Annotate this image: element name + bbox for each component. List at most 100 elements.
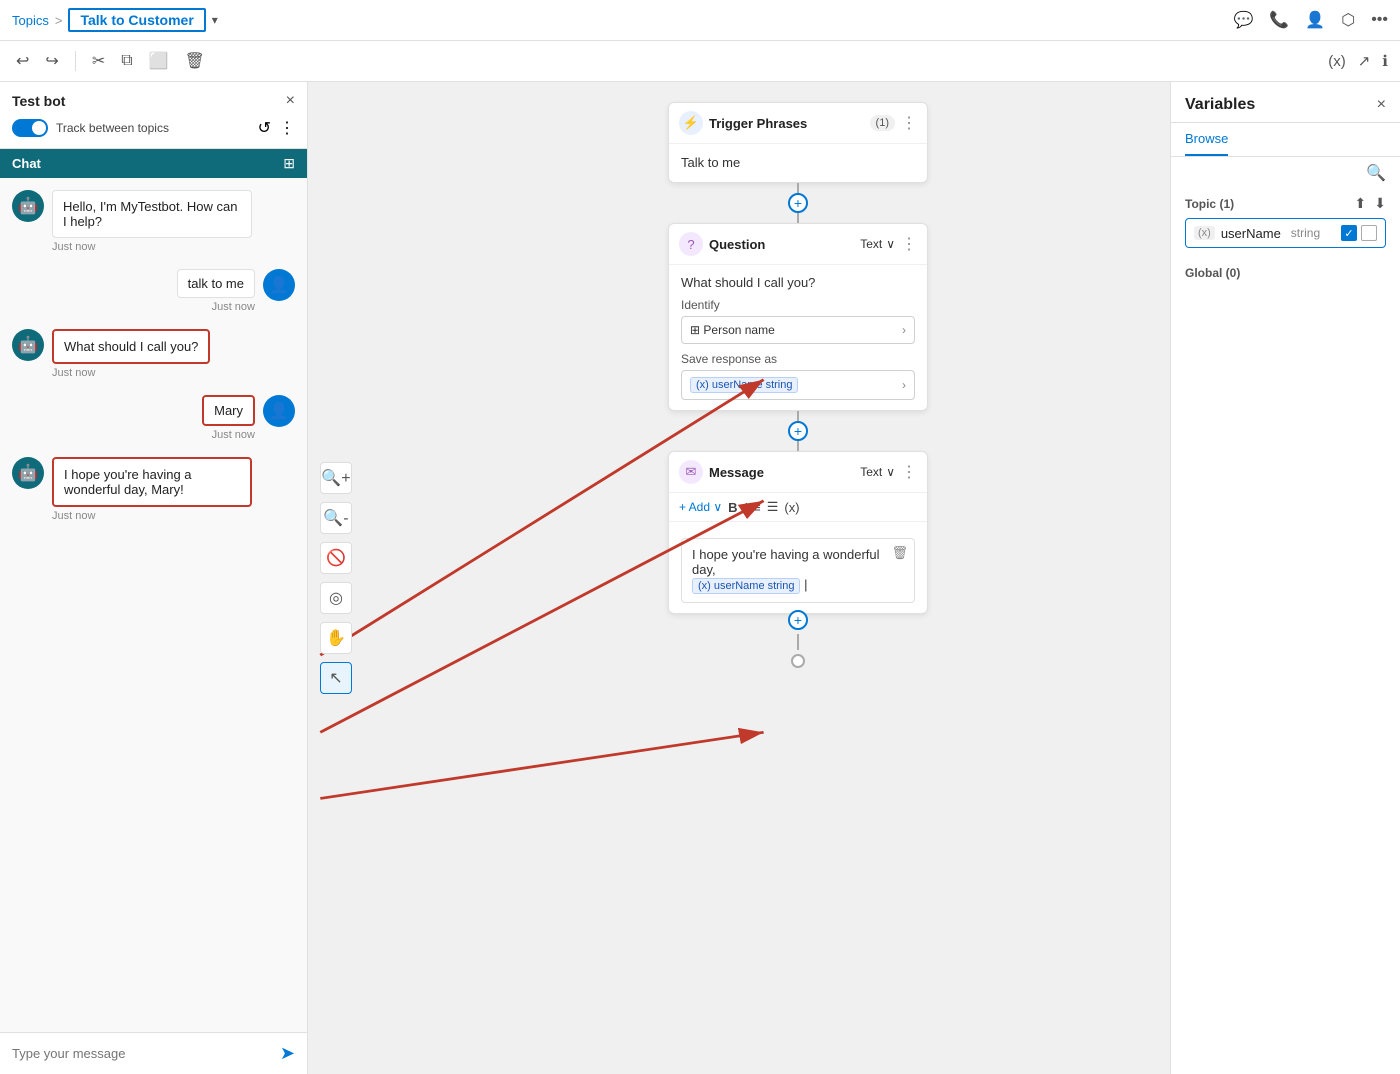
undo-button[interactable]: ↩	[12, 47, 33, 75]
message-content-box[interactable]: 🗑 I hope you're having a wonderful day, …	[681, 538, 915, 603]
list-button[interactable]: ☰	[767, 499, 779, 515]
toolbar-separator	[75, 51, 76, 71]
message-var-badge: (x) userName string	[692, 578, 800, 594]
user-bubble-1: talk to me	[177, 269, 255, 298]
save-response-field[interactable]: (x) userName string ›	[681, 370, 915, 400]
add-node-button-end[interactable]: +	[788, 610, 808, 630]
recenter-button[interactable]: ◎	[320, 582, 352, 614]
more-options-icon[interactable]: ⋮	[279, 118, 295, 138]
delete-button[interactable]: 🗑	[181, 47, 209, 75]
message-editor-toolbar: + Add ∨ B I ≡ ☰ (x)	[669, 493, 927, 522]
message-node-title: Message	[709, 465, 854, 480]
send-icon[interactable]: ➤	[280, 1043, 295, 1064]
message-timestamp: Just now	[212, 429, 255, 441]
identify-field[interactable]: ⊞ Person name ›	[681, 316, 915, 344]
list-item: Mary Just now 👤	[12, 395, 295, 441]
message-node-body: 🗑 I hope you're having a wonderful day, …	[669, 522, 927, 613]
bold-button[interactable]: B	[728, 500, 737, 515]
trigger-node-menu[interactable]: ⋮	[901, 113, 917, 133]
zoom-in-button[interactable]: 🔍+	[320, 462, 352, 494]
flow-canvas: ⚡ Trigger Phrases (1) ⋮ Talk to me + ?	[668, 102, 928, 664]
hand-tool-button[interactable]: ✋	[320, 622, 352, 654]
var-x-label: (x)	[696, 379, 709, 391]
track-topics-toggle[interactable]	[12, 119, 48, 137]
tab-browse[interactable]: Browse	[1185, 123, 1228, 156]
cut-button[interactable]: ✂	[88, 47, 109, 75]
var-x-icon: (x)	[698, 580, 711, 592]
chevron-down-icon[interactable]: ▾	[212, 13, 218, 27]
grid-icon[interactable]: ⬡	[1341, 10, 1355, 30]
question-type-badge[interactable]: Text ∨	[860, 237, 895, 251]
message-timestamp: Just now	[52, 241, 252, 253]
question-node-menu[interactable]: ⋮	[901, 234, 917, 254]
variables-close-button[interactable]: ×	[1377, 96, 1386, 114]
user-bubble-mary: Mary	[202, 395, 255, 426]
flow-connector-1: +	[797, 183, 799, 223]
add-content-button[interactable]: + Add ∨	[679, 500, 722, 514]
message-node-menu[interactable]: ⋮	[901, 462, 917, 482]
bot-message-content: What should I call you? Just now	[52, 329, 210, 379]
phone-icon[interactable]: 📞	[1269, 10, 1289, 30]
bot-avatar: 🤖	[12, 457, 44, 489]
var-x-label: (x)	[1194, 226, 1215, 240]
add-node-button-1[interactable]: +	[788, 193, 808, 213]
topic-section-icons: ⬆ ⬇	[1355, 195, 1386, 212]
toolbar-right-group: (x) ↗ ℹ	[1328, 52, 1388, 70]
chat-input[interactable]	[12, 1046, 272, 1061]
message-node-header: ✉ Message Text ∨ ⋮	[669, 452, 927, 493]
global-variables-section: Global (0)	[1171, 258, 1400, 288]
export-icon[interactable]: ↗	[1358, 52, 1371, 70]
var-checkbox-empty[interactable]	[1361, 225, 1377, 241]
info-icon[interactable]: ℹ	[1382, 52, 1388, 70]
variables-search-row: 🔍	[1171, 157, 1400, 189]
trigger-icon: ⚡	[679, 111, 703, 135]
bot-title-row: Test bot ×	[12, 92, 295, 110]
redo-button[interactable]: ↪	[41, 47, 62, 75]
message-type-label: Text	[860, 465, 882, 479]
variables-tabs: Browse	[1171, 123, 1400, 157]
connector-line: +	[797, 411, 799, 451]
global-section-title: Global (0)	[1185, 266, 1240, 280]
variables-panel: Variables × Browse 🔍 Topic (1) ⬆ ⬇ (x) u…	[1170, 82, 1400, 1074]
flow-end-marker	[791, 654, 805, 668]
variable-insert-button[interactable]: (x)	[784, 500, 799, 515]
delete-message-button[interactable]: 🗑	[891, 545, 908, 561]
save-var-name: userName	[712, 379, 763, 391]
copy-button[interactable]: ⧉	[117, 48, 136, 74]
import-icon[interactable]: ⬆	[1355, 195, 1367, 212]
topic-section-title: Topic (1)	[1185, 197, 1234, 211]
var-checkbox-checked[interactable]: ✓	[1341, 225, 1357, 241]
close-icon[interactable]: ×	[286, 92, 295, 110]
variables-icon[interactable]: (x)	[1328, 53, 1346, 70]
trigger-node: ⚡ Trigger Phrases (1) ⋮ Talk to me	[668, 102, 928, 183]
select-tool-button[interactable]: ↖	[320, 662, 352, 694]
add-node-button-2[interactable]: +	[788, 421, 808, 441]
pan-lock-button[interactable]: 🚫	[320, 542, 352, 574]
topic-variables-section: Topic (1) ⬆ ⬇ (x) userName string ✓	[1171, 189, 1400, 258]
search-icon[interactable]: 🔍	[1366, 163, 1386, 183]
message-type-badge[interactable]: Text ∨	[860, 465, 895, 479]
breadcrumb-topics-link[interactable]: Topics	[12, 13, 49, 28]
chat-icon[interactable]: 💬	[1233, 10, 1253, 30]
export-icon[interactable]: ⬇	[1374, 195, 1386, 212]
align-button[interactable]: ≡	[753, 500, 761, 515]
refresh-icon[interactable]: ↺	[258, 118, 271, 138]
question-node-header: ? Question Text ∨ ⋮	[669, 224, 927, 265]
variables-panel-title: Variables	[1185, 96, 1255, 114]
variable-item-username[interactable]: (x) userName string ✓	[1185, 218, 1386, 248]
user-icon[interactable]: 👤	[1305, 10, 1325, 30]
message-type-chevron: ∨	[886, 465, 895, 479]
list-item: 🤖 What should I call you? Just now	[12, 329, 295, 379]
canvas-tools: 🔍+ 🔍- 🚫 ◎ ✋ ↖	[320, 462, 352, 694]
editor-toolbar: ↩ ↪ ✂ ⧉ ⬜ 🗑 (x) ↗ ℹ	[0, 41, 1400, 82]
zoom-out-button[interactable]: 🔍-	[320, 502, 352, 534]
bot-title: Test bot	[12, 93, 65, 109]
paste-button[interactable]: ⬜	[145, 47, 173, 75]
save-response-section: Save response as (x) userName string ›	[681, 352, 915, 400]
more-icon[interactable]: •••	[1371, 11, 1388, 29]
trigger-node-badge: (1)	[870, 115, 895, 131]
var-name: userName	[1221, 226, 1281, 241]
italic-button[interactable]: I	[744, 500, 748, 515]
chat-tab-icon[interactable]: ⊞	[283, 155, 295, 172]
main-layout: Test bot × Track between topics ↺ ⋮ Chat…	[0, 82, 1400, 1074]
